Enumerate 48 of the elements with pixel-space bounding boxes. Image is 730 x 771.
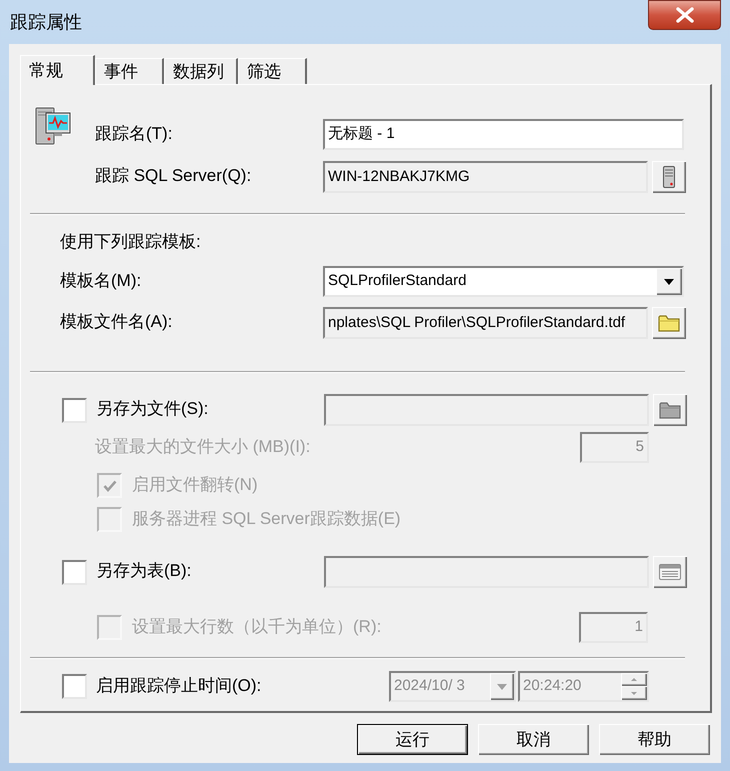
checkbox[interactable] bbox=[62, 398, 87, 422]
table-field[interactable] bbox=[324, 556, 649, 588]
checkbox[interactable] bbox=[62, 560, 87, 584]
tab[interactable]: 数据列 bbox=[164, 58, 238, 84]
field-label: 设置最大的文件大小 (MB)(I): bbox=[95, 436, 310, 456]
field-label: 服务器进程 SQL Server跟踪数据(E) bbox=[132, 508, 401, 528]
file-path-field[interactable]: nplates\SQL Profiler\SQLProfilerStandard.tdf bbox=[323, 307, 648, 339]
template-dropdown[interactable]: SQLProfilerStandard bbox=[323, 266, 684, 297]
field-label: 跟踪 SQL Server(Q): bbox=[95, 166, 252, 185]
browse-button[interactable] bbox=[653, 556, 687, 588]
close-button[interactable] bbox=[648, 0, 721, 30]
field-label: 启用跟踪停止时间(O): bbox=[96, 676, 262, 694]
field-label: 另存为表(B): bbox=[96, 561, 192, 580]
spin-up-button[interactable] bbox=[621, 673, 647, 686]
dialog-button[interactable]: 运行 bbox=[357, 724, 468, 755]
close-icon bbox=[674, 7, 694, 23]
field-label: 启用文件翻转(N) bbox=[132, 474, 258, 494]
server-monitor-icon bbox=[35, 106, 71, 146]
browse-button[interactable] bbox=[652, 161, 686, 193]
folder-icon bbox=[659, 401, 681, 419]
caret-down-icon bbox=[631, 692, 637, 694]
folder-icon bbox=[658, 314, 680, 332]
spin-down-button[interactable] bbox=[621, 686, 647, 700]
file-path-field[interactable] bbox=[324, 394, 649, 426]
browse-button[interactable] bbox=[652, 307, 686, 339]
tab[interactable]: 筛选 bbox=[238, 58, 307, 84]
dropdown-button[interactable] bbox=[656, 268, 682, 295]
server-field[interactable]: WIN-12NBAKJ7KMG bbox=[323, 161, 648, 193]
caret-up-icon bbox=[631, 678, 637, 681]
field-label: 模板文件名(A): bbox=[60, 312, 172, 331]
checkbox[interactable] bbox=[62, 674, 87, 699]
field-label: 另存为文件(S): bbox=[96, 399, 208, 418]
dialog-button[interactable]: 帮助 bbox=[599, 724, 710, 755]
tab[interactable]: 事件 bbox=[95, 58, 164, 84]
text-input[interactable]: 无标题 - 1 bbox=[323, 119, 684, 150]
caret-down-icon bbox=[497, 684, 507, 690]
server-icon bbox=[663, 166, 675, 188]
dialog-button[interactable]: 取消 bbox=[478, 724, 589, 755]
section-heading: 使用下列跟踪模板: bbox=[60, 232, 201, 252]
table-icon bbox=[659, 564, 681, 580]
field-label: 模板名(M): bbox=[60, 270, 142, 290]
field-label: 跟踪名(T): bbox=[95, 124, 172, 142]
tab[interactable]: 常规 bbox=[20, 55, 95, 85]
caret-down-icon bbox=[664, 278, 674, 284]
browse-button[interactable] bbox=[653, 394, 687, 426]
window-title: 跟踪属性 bbox=[10, 11, 82, 33]
field-label: 设置最大行数（以千为单位）(R): bbox=[132, 616, 382, 636]
checkmark-icon bbox=[102, 480, 116, 492]
